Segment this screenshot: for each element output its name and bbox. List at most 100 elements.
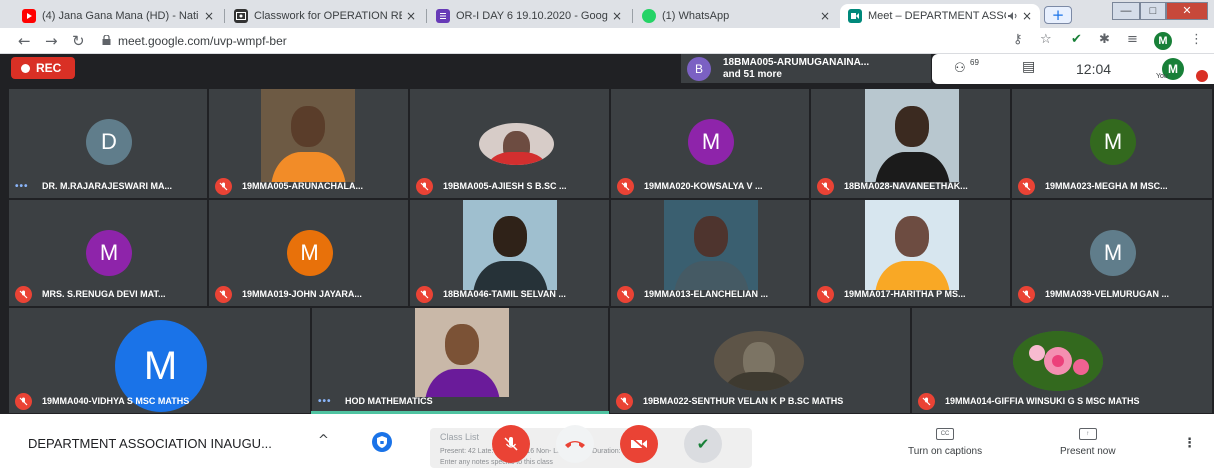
reload-icon[interactable]: ↻ — [72, 32, 85, 50]
bookmark-star-icon[interactable]: ☆ — [1040, 32, 1052, 47]
close-icon[interactable]: × — [204, 9, 214, 23]
close-icon[interactable]: × — [406, 9, 416, 23]
whatsapp-icon — [642, 9, 656, 23]
participant-video — [479, 123, 554, 165]
notification-badge — [1196, 70, 1208, 82]
forward-icon[interactable]: → — [45, 32, 58, 50]
present-now-button[interactable]: ↑ Present now — [1060, 428, 1116, 457]
participant-tile[interactable]: 18BMA028-NAVANEETHAK... — [810, 88, 1011, 199]
mic-off-icon — [617, 177, 634, 195]
chat-icon[interactable]: ▤ — [1022, 59, 1035, 75]
more-options-icon[interactable]: ⋮ — [1183, 436, 1196, 451]
participant-name: 19MMA040-VIDHYA S MSC MATHS — [42, 396, 190, 406]
participant-tile[interactable]: M 19MMA020-KOWSALYA V ... — [610, 88, 810, 199]
camera-toggle-button[interactable] — [620, 425, 658, 463]
mic-toggle-button[interactable] — [492, 425, 530, 463]
participant-tile[interactable]: D ••• DR. M.RAJARAJESWARI MA... — [8, 88, 208, 199]
participant-name: 19MMA039-VELMURUGAN ... — [1045, 289, 1170, 299]
overlay-title: Class List — [440, 432, 480, 442]
leave-call-button[interactable] — [556, 425, 594, 463]
clock-time: 12:04 — [1076, 61, 1112, 77]
forms-icon — [436, 9, 450, 23]
captions-icon: CC — [936, 428, 955, 440]
checkmark-extension-icon[interactable]: ✔ — [1071, 32, 1082, 47]
tab-meet[interactable]: Meet – DEPARTMENT ASSC × — [840, 4, 1040, 28]
reading-list-icon[interactable]: ≡ — [1127, 32, 1138, 47]
participant-tile[interactable]: M MRS. S.RENUGA DEVI MAT... — [8, 199, 208, 307]
self-label: You — [1156, 73, 1168, 80]
participant-tile[interactable]: 18BMA046-TAMIL SELVAN ... — [409, 199, 610, 307]
mic-off-icon — [817, 177, 834, 195]
tab-title: Classwork for OPERATION RESE — [254, 10, 402, 22]
meet-info-panel: ⚇ 69 ▤ 12:04 M You — [932, 54, 1214, 84]
participant-name: 18BMA028-NAVANEETHAK... — [844, 181, 968, 191]
participant-tile[interactable]: 19MMA014-GIFFIA WINSUKI G S MSC MATHS — [911, 307, 1213, 414]
menu-kebab-icon[interactable]: ⋮ — [1190, 32, 1203, 47]
participant-tile[interactable]: M 19MMA040-VIDHYA S MSC MATHS — [8, 307, 311, 414]
mic-off-icon — [1018, 285, 1035, 303]
participant-name: 19BMA022-SENTHUR VELAN K P B.SC MATHS — [643, 396, 844, 406]
participant-tile[interactable]: M 19MMA023-MEGHA M MSC... — [1011, 88, 1213, 199]
participant-name: 19MMA017-HARITHA P MS... — [844, 289, 966, 299]
participant-name: 19MMA020-KOWSALYA V ... — [644, 181, 763, 191]
participant-tile[interactable]: 19MMA013-ELANCHELIAN ... — [610, 199, 810, 307]
url-field[interactable]: meet.google.com/uvp-wmpf-ber — [118, 34, 287, 48]
close-icon[interactable]: × — [820, 9, 830, 23]
speaking-indicator-icon: ••• — [318, 395, 332, 407]
presenter-avatar: B — [687, 56, 711, 81]
participant-video — [865, 200, 959, 290]
people-count: 69 — [970, 58, 979, 67]
participant-name: 19MMA013-ELANCHELIAN ... — [644, 289, 769, 299]
window-close-button[interactable]: ✕ — [1166, 2, 1208, 20]
participant-tile[interactable]: M 19MMA019-JOHN JAYARA... — [208, 199, 409, 307]
classroom-icon — [234, 9, 248, 23]
extension-check-button[interactable]: ✔ — [684, 425, 722, 463]
chevron-up-icon[interactable]: ^ — [318, 433, 329, 448]
close-icon[interactable]: × — [612, 9, 622, 23]
meet-window: (4) Jana Gana Mana (HD) - Nati × Classwo… — [0, 0, 1214, 468]
participant-tile[interactable]: 19MMA005-ARUNACHALA... — [208, 88, 409, 199]
participant-tile[interactable]: 19BMA022-SENTHUR VELAN K P B.SC MATHS — [609, 307, 911, 414]
puzzle-extension-icon[interactable]: ✱ — [1099, 32, 1110, 47]
meeting-details-title[interactable]: DEPARTMENT ASSOCIATION INAUGU... — [28, 436, 272, 451]
meet-icon — [848, 9, 862, 23]
tab-classroom[interactable]: Classwork for OPERATION RESE × — [226, 4, 424, 28]
participant-video — [865, 89, 959, 182]
maximize-button[interactable]: □ — [1140, 2, 1166, 20]
tab-youtube[interactable]: (4) Jana Gana Mana (HD) - Nati × — [14, 4, 222, 28]
new-tab-button[interactable]: + — [1044, 6, 1072, 24]
captions-button[interactable]: CC Turn on captions — [908, 428, 982, 457]
minimize-button[interactable]: — — [1112, 2, 1140, 20]
presenting-chip[interactable]: B 18BMA005-ARUMUGANAINA... and 51 more — [681, 54, 931, 83]
mic-off-icon — [215, 177, 232, 195]
participant-video — [1013, 331, 1103, 391]
profile-avatar[interactable]: M — [1154, 32, 1172, 50]
key-icon[interactable]: ⚷ — [1013, 32, 1023, 47]
presenter-more: and 51 more — [723, 68, 782, 80]
mic-off-icon — [1018, 177, 1035, 195]
hang-up-icon — [565, 441, 585, 448]
mic-off-icon — [215, 285, 232, 303]
speaking-indicator-icon: ••• — [15, 180, 29, 192]
participant-tile[interactable]: M 19MMA039-VELMURUGAN ... — [1011, 199, 1213, 307]
recording-label: REC — [36, 61, 62, 75]
participant-tile[interactable]: 19BMA005-AJIESH S B.SC ... — [409, 88, 610, 199]
close-icon[interactable]: × — [1022, 9, 1032, 23]
participant-tile[interactable]: 19MMA017-HARITHA P MS... — [810, 199, 1011, 307]
tab-whatsapp[interactable]: (1) WhatsApp × — [634, 4, 838, 28]
back-icon[interactable]: ← — [18, 32, 31, 50]
participant-name: 19BMA005-AJIESH S B.SC ... — [443, 181, 567, 191]
captions-label: Turn on captions — [908, 446, 983, 457]
tab-google-forms[interactable]: OR-I DAY 6 19.10.2020 - Googl × — [428, 4, 630, 28]
people-icon[interactable]: ⚇ — [954, 61, 966, 76]
participant-tile[interactable]: ••• HOD MATHEMATICS — [311, 307, 609, 414]
participant-name: 18BMA046-TAMIL SELVAN ... — [443, 289, 566, 299]
address-bar-row: ← → ↻ meet.google.com/uvp-wmpf-ber ⚷ ☆ ✔… — [0, 28, 1214, 54]
participant-avatar: M — [1090, 119, 1136, 165]
participant-video — [664, 200, 758, 290]
mic-off-icon — [817, 285, 834, 303]
shield-lock-icon[interactable] — [372, 432, 392, 452]
present-icon: ↑ — [1078, 428, 1097, 440]
tab-title: Meet – DEPARTMENT ASSC — [868, 10, 1006, 22]
participant-avatar: M — [286, 230, 333, 276]
